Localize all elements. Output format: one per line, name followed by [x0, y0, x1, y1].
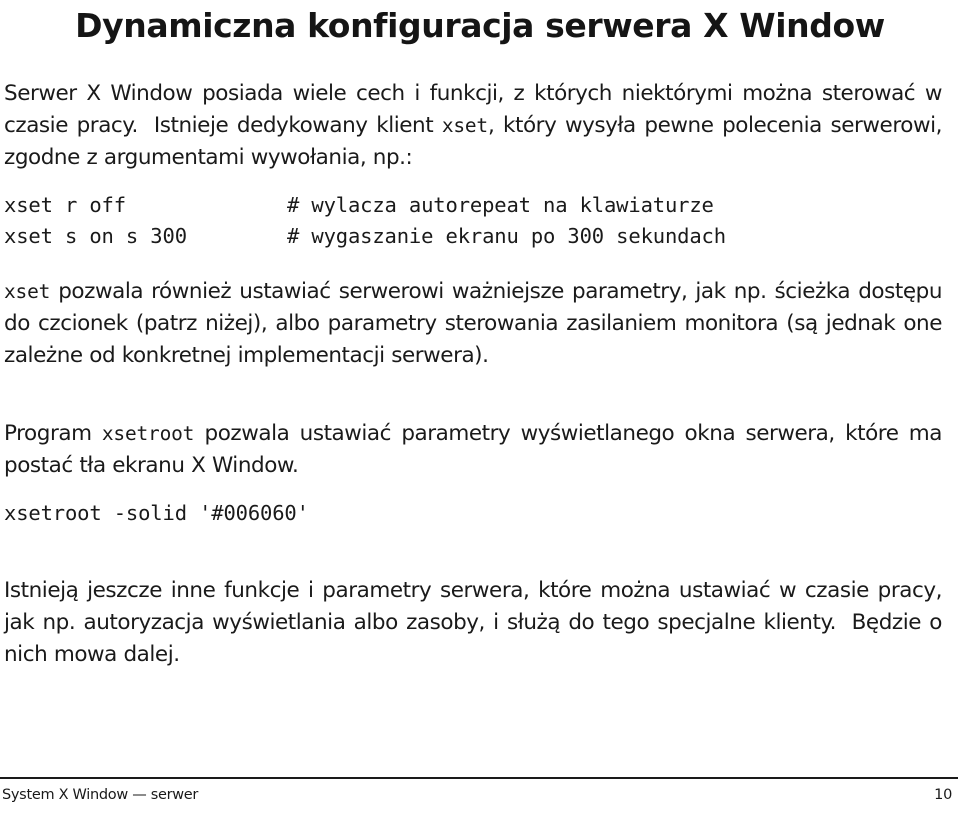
- slide: Dynamiczna konfiguracja serwera X Window…: [0, 0, 960, 827]
- paragraph-1: Serwer X Window posiada wiele cech i fun…: [4, 78, 942, 174]
- code-line: xset s on s 300 # wygaszanie ekranu po 30…: [4, 221, 942, 252]
- paragraph-2-text: pozwala również ustawiać serwerowi ważni…: [4, 279, 942, 368]
- footer-divider: [0, 777, 958, 779]
- inline-code-xset: xset: [441, 114, 488, 137]
- page-number: 10: [934, 787, 952, 803]
- slide-footer: System X Window — serwer 10: [0, 777, 960, 819]
- footer-content: System X Window — serwer 10: [2, 785, 952, 805]
- slide-body: Serwer X Window posiada wiele cech i fun…: [4, 78, 942, 671]
- code-command: xset r off: [4, 193, 126, 217]
- paragraph-4-part-a: Istnieją jeszcze inne funkcje i parametr…: [4, 578, 942, 635]
- page-title: Dynamiczna konfiguracja serwera X Window: [75, 6, 885, 45]
- code-command: xsetroot -solid '#006060': [4, 501, 309, 525]
- sentence-spacer: [138, 113, 154, 138]
- paragraph-1-part-b: Istnieje dedykowany klient: [153, 113, 442, 138]
- paragraph-2: xset pozwala również ustawiać serwerowi …: [4, 276, 942, 372]
- sentence-spacer: [836, 610, 852, 635]
- code-block-xset: xset r off # wylacza autorepeat na klawia…: [4, 190, 942, 252]
- code-comment: # wygaszanie ekranu po 300 sekundach: [287, 224, 726, 248]
- code-line: xset r off # wylacza autorepeat na klawia…: [4, 190, 942, 221]
- code-block-xsetroot: xsetroot -solid '#006060': [4, 498, 942, 529]
- paragraph-3-part-a: Program: [4, 421, 102, 446]
- code-command: xset s on s 300: [4, 224, 187, 248]
- code-comment: # wylacza autorepeat na klawiaturze: [287, 193, 714, 217]
- paragraph-3: Program xsetroot pozwala ustawiać parame…: [4, 418, 942, 482]
- paragraph-4: Istnieją jeszcze inne funkcje i parametr…: [4, 575, 942, 671]
- code-line: xsetroot -solid '#006060': [4, 498, 942, 529]
- inline-code-xset: xset: [4, 280, 51, 303]
- footer-label: System X Window — serwer: [2, 787, 199, 803]
- inline-code-xsetroot: xsetroot: [101, 422, 195, 445]
